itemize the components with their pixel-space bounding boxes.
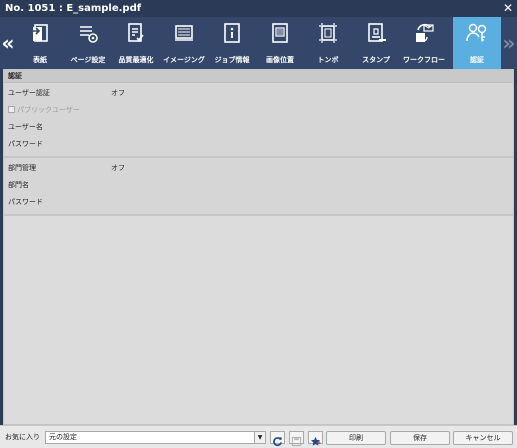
user-auth-group: ユーザー認証 オフ パブリックユーザー ユーザー名 パスワード: [4, 83, 513, 158]
username-row: ユーザー名: [4, 119, 513, 136]
username-label: ユーザー名: [8, 123, 43, 131]
user-auth-row: ユーザー認証 オフ: [4, 85, 513, 102]
close-icon[interactable]: ✕: [503, 0, 513, 17]
public-user-checkbox[interactable]: [8, 106, 15, 113]
public-user-row: パブリックユーザー: [4, 102, 513, 119]
chevron-down-icon[interactable]: ▼: [254, 432, 265, 443]
settings-toolbar: « 表紙 ページ設定 品質最適化 イメージング ジョブ情報 画像位置 トンボ ス…: [0, 17, 517, 69]
dept-management-row: 部門管理 オフ: [4, 160, 513, 177]
crop-marks-icon: [319, 23, 337, 43]
workflow-icon: [416, 23, 434, 42]
save-favorite-button[interactable]: [289, 431, 304, 447]
tab-stamp[interactable]: スタンプ: [352, 17, 400, 69]
floppy-disk-icon: [291, 436, 302, 447]
dept-name-row: 部門名: [4, 177, 513, 194]
job-info-icon: [224, 23, 240, 43]
tab-page-setup[interactable]: ページ設定: [64, 17, 112, 69]
favorites-value: 元の設定: [49, 433, 77, 441]
tab-image-position[interactable]: 画像位置: [256, 17, 304, 69]
imaging-icon: [175, 25, 193, 41]
dept-management-label: 部門管理: [8, 164, 36, 172]
dept-group: 部門管理 オフ 部門名 パスワード: [4, 158, 513, 216]
tab-label: ワークフロー: [403, 56, 445, 64]
authentication-icon: [466, 23, 487, 42]
favorites-label: お気に入り: [5, 433, 40, 441]
print-button[interactable]: 印刷: [326, 431, 386, 445]
password-row: パスワード: [4, 136, 513, 153]
cover-icon: [31, 24, 48, 42]
scroll-right-icon[interactable]: »: [501, 17, 517, 69]
tab-authentication[interactable]: 認証: [453, 17, 501, 69]
cancel-button[interactable]: キャンセル: [453, 431, 513, 445]
image-position-icon: [272, 23, 288, 43]
favorites-select[interactable]: 元の設定 ▼: [45, 431, 266, 444]
auth-settings-panel: 認証 ユーザー認証 オフ パブリックユーザー ユーザー名 パスワード 部門管理 …: [3, 69, 514, 425]
tab-workflow[interactable]: ワークフロー: [400, 17, 448, 69]
dept-name-label: 部門名: [8, 181, 29, 189]
user-auth-value: オフ: [111, 89, 125, 97]
tab-cover[interactable]: 表紙: [16, 17, 64, 69]
stamp-icon: [368, 23, 386, 42]
title-bar: No. 1051 : E_sample.pdf ✕: [0, 0, 517, 17]
save-button[interactable]: 保存: [390, 431, 450, 445]
dept-management-value: オフ: [111, 164, 125, 172]
dept-password-label: パスワード: [8, 198, 43, 206]
tab-imaging[interactable]: イメージング: [160, 17, 208, 69]
tab-crop-marks[interactable]: トンボ: [304, 17, 352, 69]
section-title: 認証: [4, 70, 513, 83]
refresh-icon: [273, 437, 282, 447]
tab-quality-optimize[interactable]: 品質最適化: [112, 17, 160, 69]
page-setup-icon: [80, 26, 98, 43]
add-favorite-button[interactable]: [308, 431, 323, 446]
bottom-bar: お気に入り 元の設定 ▼ 印刷 保存 キャンセル: [0, 425, 517, 448]
refresh-button[interactable]: [270, 431, 285, 447]
tab-label: 認証: [470, 56, 484, 64]
window-title: No. 1051 : E_sample.pdf: [5, 3, 142, 14]
public-user-label: パブリックユーザー: [17, 106, 80, 114]
tab-job-info[interactable]: ジョブ情報: [208, 17, 256, 69]
star-add-icon: [310, 436, 321, 446]
password-label: パスワード: [8, 140, 43, 148]
quality-optimize-icon: [128, 23, 144, 42]
dept-password-row: パスワード: [4, 194, 513, 211]
user-auth-label: ユーザー認証: [8, 89, 50, 97]
